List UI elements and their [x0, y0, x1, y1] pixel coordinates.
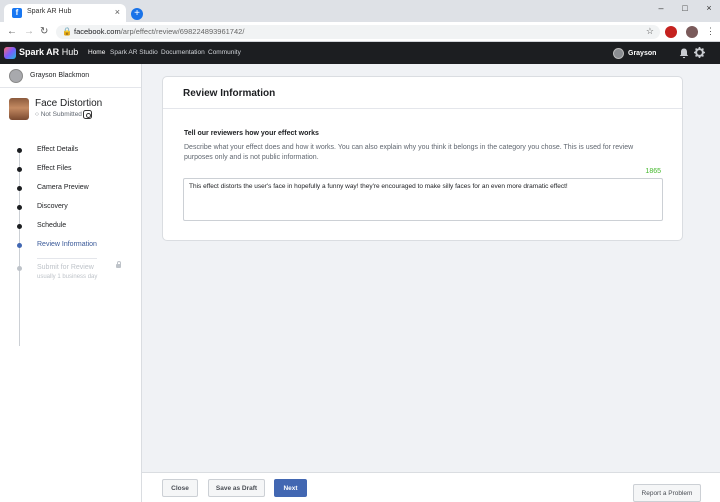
step-label: Review Information — [37, 241, 97, 248]
bookmark-star-icon[interactable]: ☆ — [646, 26, 654, 37]
sidebar-step-effect-details[interactable]: Effect Details — [0, 144, 141, 158]
minimize-window-icon[interactable]: – — [650, 0, 672, 16]
settings-gear-icon[interactable] — [694, 47, 705, 58]
close-tab-icon[interactable]: × — [115, 7, 120, 17]
avatar — [613, 47, 624, 59]
nav-link-spark-ar-studio[interactable]: Spark AR Studio — [110, 49, 158, 56]
step-dot — [17, 186, 22, 191]
effect-title: Face Distortion — [35, 98, 103, 109]
browser-toolbar: ← → ↻ 🔒 facebook.com/arp/effect/review/6… — [0, 22, 720, 42]
brand-name[interactable]: Spark AR Hub — [19, 47, 78, 57]
step-label: Effect Details — [37, 146, 79, 153]
close-window-icon[interactable]: × — [698, 0, 720, 16]
step-label: Effect Files — [37, 165, 72, 172]
facebook-favicon-icon: f — [12, 8, 22, 18]
step-dot — [17, 148, 22, 153]
maximize-window-icon[interactable]: □ — [674, 0, 696, 16]
user-name: Grayson — [628, 49, 657, 57]
spark-ar-logo-icon[interactable] — [4, 47, 16, 59]
step-dot — [17, 167, 22, 172]
forward-arrow-icon[interactable]: → — [24, 26, 34, 37]
sidebar-step-discovery[interactable]: Discovery — [0, 201, 141, 215]
review-information-card: Review Information Tell our reviewers ho… — [162, 76, 683, 241]
effect-status: ○ Not Submitted — [35, 111, 82, 118]
nav-link-home[interactable]: Home — [88, 49, 105, 56]
lock-icon: 🔒 — [62, 27, 72, 36]
effect-description-input[interactable]: This effect distorts the user's face in … — [183, 178, 663, 221]
sidebar-user[interactable]: Grayson Blackmon — [0, 64, 141, 88]
avatar — [9, 69, 23, 83]
save-as-draft-button[interactable]: Save as Draft — [208, 479, 265, 497]
step-dot — [17, 224, 22, 229]
new-tab-icon[interactable]: + — [131, 8, 143, 20]
spark-top-nav: Spark AR Hub Home Spark AR Studio Docume… — [0, 42, 720, 64]
address-bar[interactable]: 🔒 facebook.com/arp/effect/review/6982248… — [56, 25, 660, 39]
url-text: facebook.com/arp/effect/review/698224893… — [74, 27, 245, 36]
browser-tab-strip: f Spark AR Hub × + – □ × — [0, 0, 720, 22]
character-count: 1865 — [645, 168, 661, 175]
back-arrow-icon[interactable]: ← — [7, 26, 17, 37]
sidebar-step-review-information[interactable]: Review Information — [0, 239, 141, 253]
step-dot — [17, 266, 22, 271]
close-button[interactable]: Close — [162, 479, 198, 497]
extension-icon[interactable] — [665, 26, 677, 38]
nav-link-documentation[interactable]: Documentation — [161, 49, 205, 56]
sidebar-user-name: Grayson Blackmon — [30, 72, 90, 79]
page-title: Review Information — [183, 88, 276, 99]
tab-title: Spark AR Hub — [27, 8, 72, 15]
question-title: Tell our reviewers how your effect works — [184, 130, 319, 137]
lock-icon — [116, 261, 121, 268]
notification-bell-icon[interactable] — [679, 48, 689, 59]
step-label: Discovery — [37, 203, 68, 210]
report-a-problem-button[interactable]: Report a Problem — [633, 484, 701, 502]
sidebar-step-effect-files[interactable]: Effect Files — [0, 163, 141, 177]
reload-icon[interactable]: ↻ — [40, 26, 48, 37]
step-label: Submit for Review — [37, 264, 94, 271]
step-label: Schedule — [37, 222, 67, 229]
step-divider — [37, 258, 97, 259]
next-button[interactable]: Next — [274, 479, 307, 497]
sidebar-step-camera-preview[interactable]: Camera Preview — [0, 182, 141, 196]
browser-tab[interactable]: f Spark AR Hub × — [4, 4, 126, 22]
nav-link-community[interactable]: Community — [208, 49, 241, 56]
user-menu[interactable]: Grayson — [613, 46, 656, 60]
profile-avatar-icon[interactable] — [686, 26, 698, 38]
step-dot — [17, 243, 22, 248]
instagram-icon — [83, 110, 92, 119]
sidebar: Grayson Blackmon Face Distortion ○ Not S… — [0, 64, 142, 502]
step-label: Camera Preview — [37, 184, 89, 191]
card-header: Review Information — [163, 77, 682, 109]
submit-step-subtitle: usually 1 business day — [37, 274, 98, 280]
question-description: Describe what your effect does and how i… — [184, 144, 634, 161]
effect-thumbnail — [9, 98, 29, 120]
sidebar-step-schedule[interactable]: Schedule — [0, 220, 141, 234]
step-dot — [17, 205, 22, 210]
chrome-menu-icon[interactable]: ⋮ — [706, 26, 715, 37]
